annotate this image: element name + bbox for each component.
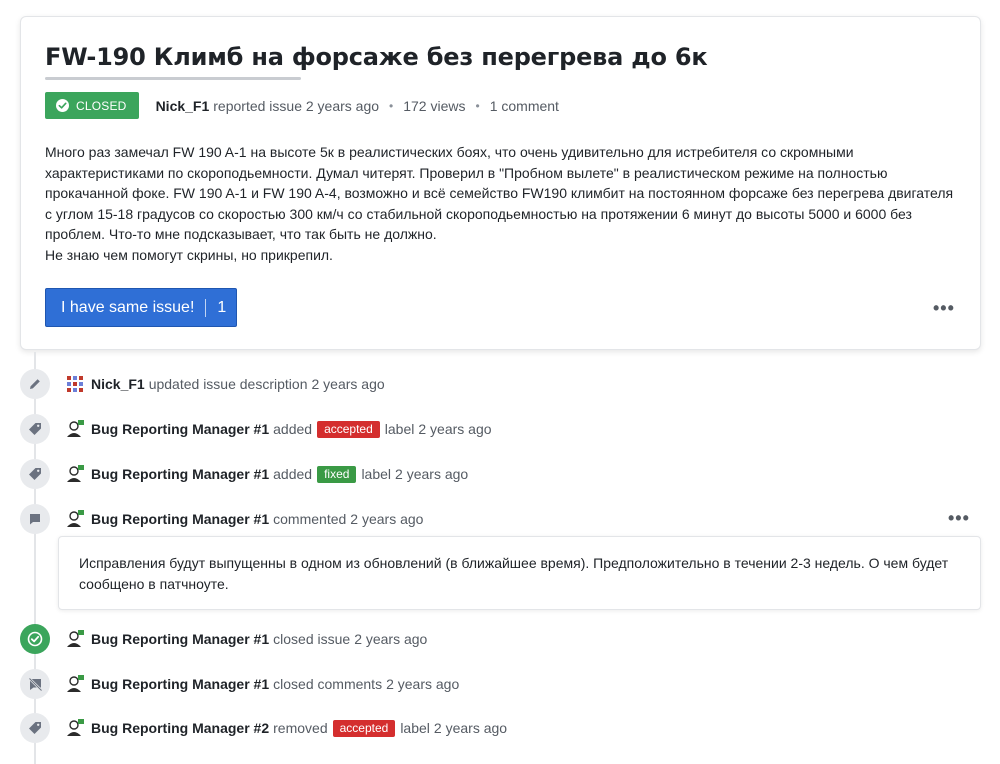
- manager-avatar[interactable]: [66, 465, 84, 483]
- manager-avatar[interactable]: [66, 719, 84, 737]
- timeline-event: Bug Reporting Manager #1 commented 2 yea…: [20, 504, 423, 534]
- label-fixed[interactable]: fixed: [317, 465, 357, 483]
- label-accepted[interactable]: accepted: [317, 420, 380, 438]
- tag-icon: [20, 713, 50, 743]
- issue-card: FW-190 Климб на форсаже без перегрева до…: [20, 16, 981, 350]
- same-issue-label: I have same issue!: [61, 298, 195, 316]
- comment-closed-icon: [20, 669, 50, 699]
- timeline-event: Bug Reporting Manager #1 closed issue 2 …: [20, 624, 427, 654]
- event-actor-link[interactable]: Nick_F1: [91, 376, 145, 392]
- meta-separator: •: [389, 98, 394, 113]
- manager-avatar[interactable]: [66, 675, 84, 693]
- pencil-icon: [20, 369, 50, 399]
- event-time: 2 years ago: [433, 720, 508, 736]
- label-accepted[interactable]: accepted: [332, 719, 396, 737]
- event-time: 2 years ago: [311, 376, 385, 392]
- comment-icon: [20, 504, 50, 534]
- reported-text: reported issue 2 years ago: [213, 97, 380, 114]
- views-count: 172 views: [403, 97, 466, 114]
- timeline-event: Nick_F1 updated issue description 2 year…: [20, 369, 385, 399]
- issue-meta: CLOSED Nick_F1 reported issue 2 years ag…: [45, 92, 559, 119]
- event-text: updated issue description: [148, 376, 308, 392]
- event-actor-link[interactable]: Bug Reporting Manager #1: [91, 421, 269, 437]
- event-actor-link[interactable]: Bug Reporting Manager #1: [91, 676, 269, 692]
- meta-separator: •: [475, 98, 480, 113]
- issue-body: Много раз замечал FW 190 A-1 на высоте 5…: [45, 142, 960, 265]
- comment-text: Исправления будут выпущенны в одном из о…: [79, 555, 949, 592]
- issue-body-paragraph: Не знаю чем помогут скрины, но прикрепил…: [45, 246, 333, 263]
- event-actor-link[interactable]: Bug Reporting Manager #2: [91, 720, 269, 736]
- status-badge: CLOSED: [45, 92, 139, 119]
- check-icon: [56, 99, 69, 112]
- event-text-after: label: [361, 466, 392, 482]
- manager-avatar[interactable]: [66, 420, 84, 438]
- event-text: closed issue: [273, 631, 351, 647]
- button-divider: [205, 298, 207, 317]
- user-avatar[interactable]: [66, 375, 84, 393]
- event-time: 2 years ago: [395, 466, 469, 482]
- check-circle-icon: [20, 624, 50, 654]
- event-time: 2 years ago: [418, 421, 492, 437]
- tag-icon: [20, 414, 50, 444]
- timeline-event: Bug Reporting Manager #1 closed comments…: [20, 669, 459, 699]
- manager-avatar[interactable]: [66, 630, 84, 648]
- event-actor-link[interactable]: Bug Reporting Manager #1: [91, 466, 269, 482]
- timeline-event: Bug Reporting Manager #1 added fixed lab…: [20, 459, 468, 489]
- timeline-event: Bug Reporting Manager #1 added accepted …: [20, 414, 492, 444]
- event-actor-link[interactable]: Bug Reporting Manager #1: [91, 511, 269, 527]
- status-badge-label: CLOSED: [76, 98, 127, 113]
- issue-author-link[interactable]: Nick_F1: [156, 98, 210, 114]
- event-text-after: label: [384, 421, 415, 437]
- more-options-icon[interactable]: •••: [933, 299, 955, 317]
- event-text: added: [273, 466, 313, 482]
- same-issue-count: 1: [217, 298, 227, 316]
- event-actor-link[interactable]: Bug Reporting Manager #1: [91, 631, 269, 647]
- comment-body: Исправления будут выпущенны в одном из о…: [58, 536, 981, 610]
- same-issue-button[interactable]: I have same issue! 1: [45, 288, 237, 327]
- comment-more-options-icon[interactable]: •••: [948, 509, 970, 527]
- title-underline: [45, 77, 301, 80]
- manager-avatar[interactable]: [66, 510, 84, 528]
- comments-count[interactable]: 1 comment: [490, 98, 559, 114]
- tag-icon: [20, 459, 50, 489]
- event-time: 2 years ago: [350, 511, 424, 527]
- event-time: 2 years ago: [354, 631, 428, 647]
- event-text: removed: [273, 720, 328, 736]
- event-time: 2 years ago: [386, 676, 460, 692]
- event-text: closed comments: [273, 676, 383, 692]
- event-text-after: label: [400, 720, 430, 736]
- issue-title: FW-190 Климб на форсаже без перегрева до…: [45, 43, 708, 71]
- event-text: commented: [273, 511, 347, 527]
- timeline-event: Bug Reporting Manager #2 removed accepte…: [20, 713, 507, 743]
- event-text: added: [273, 421, 313, 437]
- issue-body-paragraph: Много раз замечал FW 190 A-1 на высоте 5…: [45, 144, 954, 242]
